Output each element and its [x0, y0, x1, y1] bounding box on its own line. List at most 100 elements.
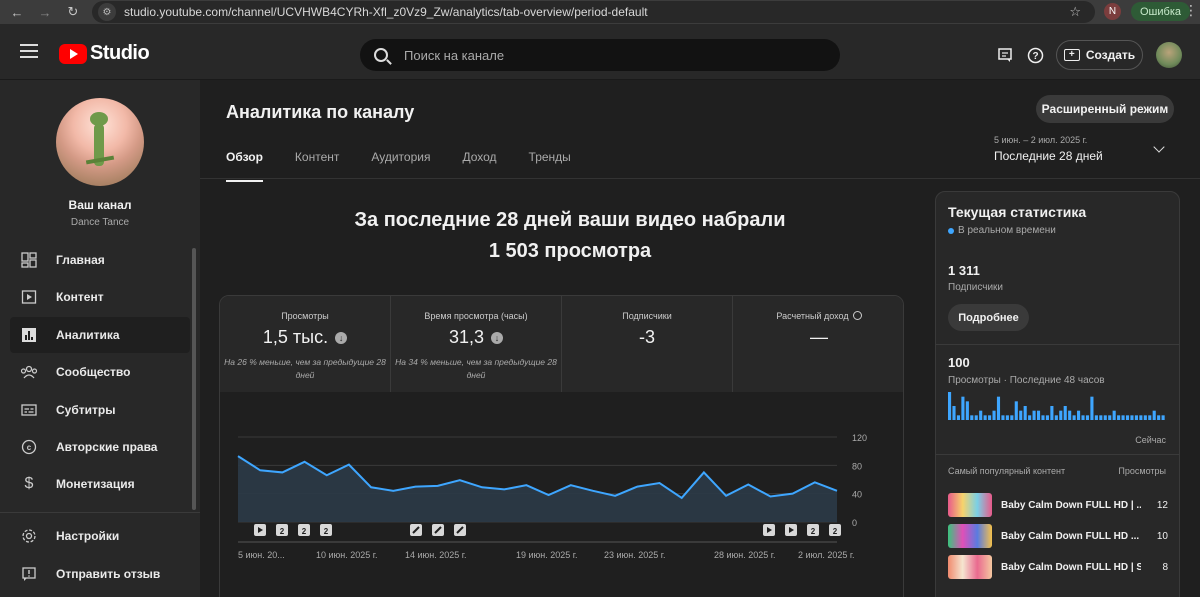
hourly-bar: [1112, 410, 1116, 420]
video-title: Baby Calm Down FULL HD | S...: [1001, 561, 1141, 573]
sidebar-item-analytics[interactable]: Аналитика: [10, 317, 190, 353]
copyright-icon: c: [20, 438, 38, 456]
hourly-bar: [1019, 410, 1023, 420]
address-bar[interactable]: ⚙ studio.youtube.com/channel/UCVHWB4CYRh…: [92, 1, 1095, 23]
top-video-row[interactable]: Baby Calm Down FULL HD ... 10: [948, 523, 1168, 549]
site-info-icon[interactable]: ⚙: [98, 3, 116, 21]
hourly-bar: [1032, 410, 1036, 420]
forward-icon[interactable]: →: [34, 1, 56, 23]
logo-text: Studio: [90, 42, 150, 64]
chevron-down-icon[interactable]: [1153, 141, 1165, 153]
hourly-views-chart[interactable]: [948, 392, 1168, 432]
browser-toolbar: ← → ↻ ⚙ studio.youtube.com/channel/UCVHW…: [0, 0, 1200, 24]
hourly-bar: [1023, 406, 1027, 420]
search-box[interactable]: [360, 39, 840, 71]
views-chart[interactable]: 0 40 80 120 2 2 2 2 2 5 июн. 20... 10 июн. 2025 г.…: [220, 392, 904, 597]
hourly-bar: [1059, 410, 1063, 420]
hourly-bar: [1028, 415, 1032, 420]
event-marker-glyph: 2: [280, 527, 285, 536]
video-thumbnail: [948, 555, 992, 579]
content-icon: [20, 288, 38, 306]
hourly-bar: [1036, 410, 1041, 420]
sidebar-item-label: Настройки: [56, 529, 120, 543]
page-title: Аналитика по каналу: [226, 102, 415, 122]
x-tick-label: 19 июн. 2025 г.: [516, 550, 577, 560]
hourly-bar: [1157, 415, 1161, 420]
studio-logo[interactable]: Studio: [59, 42, 150, 65]
y-tick-label: 120: [852, 433, 867, 443]
create-button[interactable]: + Создать: [1056, 40, 1143, 70]
reload-icon[interactable]: ↻: [62, 1, 84, 23]
hourly-bar: [992, 410, 996, 420]
sidebar-scrollbar[interactable]: [192, 248, 196, 510]
summary-headline: За последние 28 дней ваши видео набрали …: [220, 205, 920, 267]
metric-value: —: [810, 327, 828, 347]
sidebar-item-feedback[interactable]: Отправить отзыв: [10, 556, 190, 592]
subtitles-icon: [20, 401, 38, 419]
hourly-bar: [952, 406, 956, 420]
metric-label: Подписчики: [622, 311, 672, 321]
browser-error-badge[interactable]: Ошибка: [1131, 2, 1190, 21]
hourly-bar: [1041, 415, 1045, 420]
metric-revenue[interactable]: Расчетный доход —: [733, 296, 903, 392]
metric-label: Время просмотра (часы): [424, 311, 528, 321]
sidebar-item-label: Главная: [56, 253, 105, 267]
hourly-bar: [1152, 410, 1156, 420]
metrics-card: Просмотры 1,5 тыс. ↓ На 26 % меньше, чем …: [219, 295, 904, 597]
hourly-bar: [1045, 415, 1049, 420]
date-range-label[interactable]: Последние 28 дней: [994, 149, 1103, 163]
sidebar-item-settings[interactable]: Настройки: [10, 518, 190, 554]
clock-icon: [852, 311, 862, 320]
hourly-bar: [1134, 415, 1138, 420]
sidebar-item-subtitles[interactable]: Субтитры: [10, 392, 190, 428]
settings-icon: [20, 527, 38, 545]
sidebar-item-community[interactable]: Сообщество: [10, 354, 190, 390]
headline-line2: 1 503 просмотра: [488, 240, 652, 262]
metric-subscribers[interactable]: Подписчики -3: [562, 296, 732, 392]
sidebar-item-label: Монетизация: [56, 477, 135, 491]
feedback-message-icon[interactable]: [996, 46, 1014, 64]
y-tick-label: 40: [852, 490, 862, 500]
account-avatar[interactable]: [1156, 42, 1182, 68]
hourly-bar: [1125, 415, 1130, 420]
metric-label: Просмотры: [281, 311, 329, 321]
top-video-row[interactable]: Baby Calm Down FULL HD | S... 8: [948, 554, 1168, 580]
top-video-row[interactable]: Baby Calm Down FULL HD | ... 12: [948, 492, 1168, 518]
menu-icon[interactable]: [20, 44, 38, 62]
event-marker-glyph: 2: [833, 527, 838, 536]
browser-menu-icon[interactable]: ⋮: [1184, 2, 1198, 19]
back-icon[interactable]: ←: [6, 1, 28, 23]
hourly-bar: [1068, 410, 1072, 420]
realtime-subscribers: 1 311: [948, 263, 980, 278]
realtime-views: 100: [948, 355, 970, 370]
advanced-mode-button[interactable]: Расширенный режим: [1036, 95, 1174, 123]
arrow-down-icon: ↓: [335, 331, 348, 344]
metric-watch-time[interactable]: Время просмотра (часы) 31,3 ↓ На 34 % мен…: [391, 296, 561, 392]
metric-note: На 26 % меньше, чем за предыдущие 28 дне…: [224, 357, 386, 380]
sidebar-item-content[interactable]: Контент: [10, 279, 190, 315]
hourly-bar: [1139, 415, 1143, 420]
search-input[interactable]: [404, 47, 804, 63]
metric-views[interactable]: Просмотры 1,5 тыс. ↓ На 26 % меньше, чем …: [220, 296, 390, 392]
hourly-bar: [1117, 415, 1121, 420]
more-details-button[interactable]: Подробнее: [948, 304, 1029, 331]
date-range-text[interactable]: 5 июн. – 2 июл. 2025 г.: [994, 135, 1087, 145]
channel-avatar[interactable]: [56, 98, 144, 186]
hourly-bar: [988, 415, 992, 420]
bookmark-star-icon[interactable]: ☆: [1069, 4, 1081, 20]
sidebar-item-copyright[interactable]: c Авторские права: [10, 429, 190, 465]
sidebar-item-dashboard[interactable]: Главная: [10, 242, 190, 278]
sidebar-item-monetization[interactable]: $ Монетизация: [10, 466, 190, 502]
analytics-icon: [20, 326, 38, 344]
hourly-bar: [1130, 415, 1134, 420]
x-tick-label: 2 июл. 2025 г.: [798, 550, 855, 560]
y-tick-label: 80: [852, 461, 862, 471]
dashboard-icon: [20, 251, 38, 269]
browser-profile-avatar[interactable]: N: [1104, 3, 1121, 20]
hourly-bar: [1050, 406, 1054, 420]
hourly-bar: [1108, 415, 1112, 420]
hourly-bar: [961, 396, 965, 420]
sidebar-divider: [0, 512, 200, 513]
help-icon[interactable]: ?: [1026, 46, 1044, 64]
hourly-bar: [1121, 415, 1125, 420]
